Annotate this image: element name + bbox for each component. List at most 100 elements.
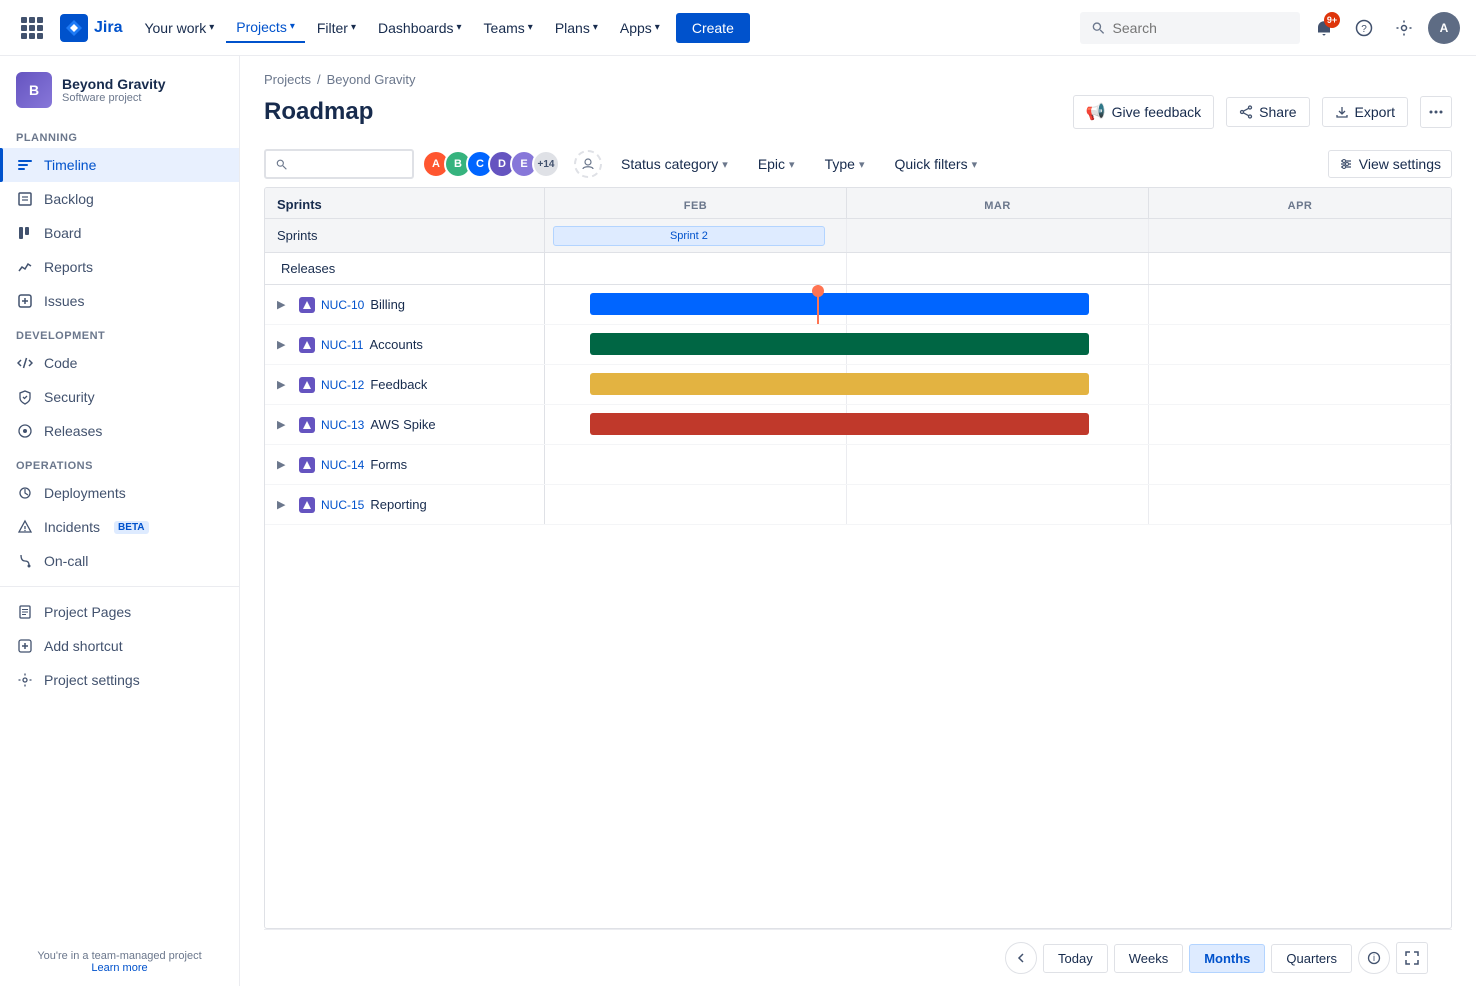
view-settings-button[interactable]: View settings — [1328, 150, 1452, 178]
search-box[interactable] — [1080, 12, 1300, 44]
issue-key[interactable]: NUC-12 — [321, 378, 364, 392]
issue-key[interactable]: NUC-15 — [321, 498, 364, 512]
issue-key[interactable]: NUC-11 — [321, 338, 363, 352]
help-button[interactable]: ? — [1348, 12, 1380, 44]
your-work-caret: ▾ — [209, 22, 214, 33]
issue-chevron[interactable]: ▶ — [277, 418, 293, 431]
create-button[interactable]: Create — [676, 13, 750, 43]
issue-bar-NUC-12[interactable] — [590, 373, 1088, 395]
issue-bar-NUC-11[interactable] — [590, 333, 1088, 355]
sidebar-item-oncall[interactable]: On-call — [0, 544, 239, 578]
epic-dropdown[interactable]: Epic ▾ — [747, 150, 806, 178]
issue-row: ▶NUC-13AWS Spike — [265, 405, 1451, 445]
left-header: Sprints — [265, 188, 545, 219]
sidebar-item-issues[interactable]: Issues — [0, 284, 239, 318]
sidebar-item-deployments[interactable]: Deployments — [0, 476, 239, 510]
more-options-button[interactable] — [1420, 96, 1452, 128]
sidebar-item-project-settings[interactable]: Project settings — [0, 663, 239, 697]
filter-nav[interactable]: Filter ▾ — [307, 14, 366, 42]
share-button[interactable]: Share — [1226, 97, 1309, 127]
sidebar-item-reports[interactable]: Reports — [0, 250, 239, 284]
person-add-icon — [581, 157, 595, 171]
sprint-bar[interactable]: Sprint 2 — [553, 226, 825, 246]
expand-button[interactable] — [1396, 942, 1428, 974]
apps-caret: ▾ — [655, 22, 660, 33]
quick-filters-dropdown[interactable]: Quick filters ▾ — [883, 150, 988, 178]
type-dropdown[interactable]: Type ▾ — [814, 150, 876, 178]
filter-caret: ▾ — [351, 22, 356, 33]
left-arrow-icon — [1014, 951, 1028, 965]
learn-more-link[interactable]: Learn more — [91, 962, 147, 974]
status-category-dropdown[interactable]: Status category ▾ — [610, 150, 739, 178]
add-person-button[interactable] — [574, 150, 602, 178]
today-button[interactable]: Today — [1043, 944, 1108, 973]
logo[interactable]: Jira — [60, 14, 122, 42]
apps-nav[interactable]: Apps ▾ — [610, 14, 670, 42]
issue-chevron[interactable]: ▶ — [277, 298, 293, 311]
settings-button[interactable] — [1388, 12, 1420, 44]
share-icon — [1239, 105, 1253, 119]
more-dots-icon — [1428, 104, 1444, 120]
releases-row: Releases — [265, 253, 1451, 285]
plans-caret: ▾ — [593, 22, 598, 33]
issue-row: ▶NUC-10Billing — [265, 285, 1451, 325]
project-type: Software project — [62, 92, 165, 104]
oncall-icon — [16, 552, 34, 570]
weeks-button[interactable]: Weeks — [1114, 944, 1184, 973]
issue-chevron[interactable]: ▶ — [277, 458, 293, 471]
timeline-back-button[interactable] — [1005, 942, 1037, 974]
info-button[interactable]: i — [1358, 942, 1390, 974]
dashboards-nav[interactable]: Dashboards ▾ — [368, 14, 472, 42]
notifications-button[interactable]: 9+ — [1308, 12, 1340, 44]
backlog-icon — [16, 190, 34, 208]
breadcrumb-sep: / — [317, 72, 321, 87]
beta-badge: BETA — [114, 521, 148, 534]
issue-chevron[interactable]: ▶ — [277, 338, 293, 351]
sidebar-item-releases[interactable]: Releases — [0, 414, 239, 448]
issue-key[interactable]: NUC-10 — [321, 298, 364, 312]
issue-bar-NUC-13[interactable] — [590, 413, 1088, 435]
quarters-button[interactable]: Quarters — [1271, 944, 1352, 973]
give-feedback-button[interactable]: 📢 Give feedback — [1073, 95, 1214, 129]
sidebar-item-timeline[interactable]: Timeline — [0, 148, 239, 182]
plans-nav[interactable]: Plans ▾ — [545, 14, 608, 42]
issue-key[interactable]: NUC-14 — [321, 458, 364, 472]
page-title: Roadmap — [264, 98, 373, 126]
issue-bar-NUC-10[interactable] — [590, 293, 1088, 315]
your-work-nav[interactable]: Your work ▾ — [134, 14, 224, 42]
issue-right-NUC-11 — [545, 325, 1451, 364]
sidebar: B Beyond Gravity Software project PLANNI… — [0, 56, 240, 986]
projects-nav[interactable]: Projects ▾ — [226, 13, 305, 43]
avatar-count[interactable]: +14 — [532, 150, 560, 178]
filter-search-box[interactable] — [264, 149, 414, 179]
sidebar-item-code[interactable]: Code — [0, 346, 239, 380]
svg-text:i: i — [1373, 953, 1375, 963]
sidebar-item-incidents[interactable]: Incidents BETA — [0, 510, 239, 544]
months-button[interactable]: Months — [1189, 944, 1265, 973]
status-caret: ▾ — [722, 158, 728, 171]
sidebar-item-project-pages[interactable]: Project Pages — [0, 595, 239, 629]
issue-chevron[interactable]: ▶ — [277, 378, 293, 391]
issue-key[interactable]: NUC-13 — [321, 418, 364, 432]
search-input[interactable] — [1113, 20, 1288, 36]
expand-icon — [1405, 951, 1419, 965]
breadcrumb-projects[interactable]: Projects — [264, 72, 311, 87]
teams-nav[interactable]: Teams ▾ — [474, 14, 543, 42]
filter-search-input[interactable] — [293, 156, 402, 172]
issue-chevron[interactable]: ▶ — [277, 498, 293, 511]
reports-label: Reports — [44, 259, 93, 275]
issues-icon — [16, 292, 34, 310]
app-switcher-button[interactable] — [16, 12, 48, 44]
sidebar-item-backlog[interactable]: Backlog — [0, 182, 239, 216]
sidebar-item-security[interactable]: Security — [0, 380, 239, 414]
export-button[interactable]: Export — [1322, 97, 1408, 127]
sidebar-item-add-shortcut[interactable]: Add shortcut — [0, 629, 239, 663]
breadcrumb-project[interactable]: Beyond Gravity — [327, 72, 416, 87]
development-section-label: DEVELOPMENT — [0, 318, 239, 346]
grid-icon — [21, 17, 43, 39]
filter-search-icon — [276, 158, 287, 171]
issue-row: ▶NUC-11Accounts — [265, 325, 1451, 365]
month-apr: APR — [1149, 188, 1451, 218]
sidebar-item-board[interactable]: Board — [0, 216, 239, 250]
user-avatar[interactable]: A — [1428, 12, 1460, 44]
